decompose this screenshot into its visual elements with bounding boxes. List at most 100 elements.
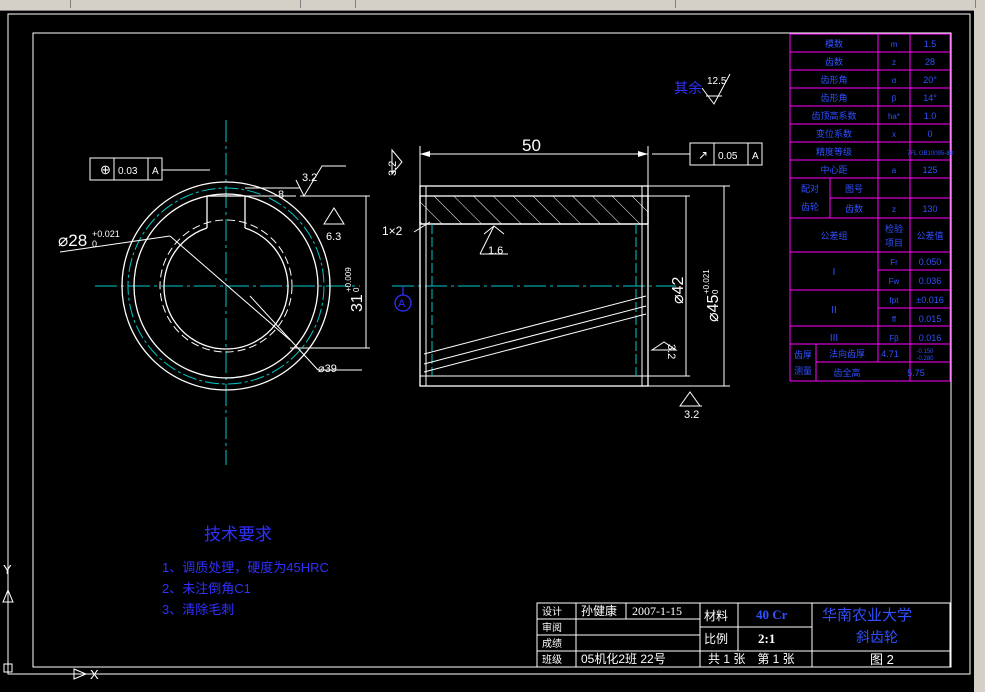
tech-requirement-3: 3、清除毛刺 xyxy=(162,602,234,617)
thickness-row1-label: 法向齿厚 xyxy=(829,348,865,359)
tol-item-value: 0.016 xyxy=(919,333,942,343)
scale-value: 2:1 xyxy=(758,631,775,646)
thickness-row2-value: 5.75 xyxy=(907,368,925,378)
drawing-canvas[interactable]: ⊕ 0.03 A ⌀28 +0.021 0 3.2 8 6.3 ⌀39 31 +… xyxy=(0,0,974,692)
roughness-right-face: 3.2 xyxy=(665,344,677,359)
part-name: 斜齿轮 xyxy=(856,629,898,645)
tol-value-header: 公差值 xyxy=(916,230,943,241)
runout-symbol: ↗ xyxy=(698,148,708,162)
param-symbol: a xyxy=(892,166,897,175)
param-symbol: β xyxy=(892,94,897,103)
scale-label: 比例 xyxy=(704,632,728,646)
datum-label: A xyxy=(398,298,406,310)
roughness-bore: 1.6 xyxy=(488,245,503,257)
dim-root-diameter: ⌀39 xyxy=(318,363,337,375)
param-symbol: ha* xyxy=(888,112,900,121)
tol-group-name: II xyxy=(831,305,837,316)
thickness-row1-value: 4.71 xyxy=(881,349,899,359)
tech-requirement-1: 1、调质处理，硬度为45HRC xyxy=(162,560,329,575)
tolerance-value: 0.03 xyxy=(118,166,138,177)
gear-parameter-text: 模数 m 1.5 齿数 z 28 齿形角 α 20° 齿形角 β 14° 齿顶高系数 ha* 1.0 变位系数… xyxy=(794,38,954,378)
ucs-x-label: X xyxy=(90,667,99,682)
section-view xyxy=(391,73,763,407)
dim-outer-tol-upper: +0.021 xyxy=(702,269,711,294)
thickness-tol-upper: -0.150 xyxy=(916,349,934,355)
dim-chamfer: 1×2 xyxy=(382,224,403,238)
param-value: 14° xyxy=(923,93,937,103)
param-value: 0 xyxy=(927,129,932,139)
dim-bore-tol-upper: +0.021 xyxy=(92,229,120,239)
dim-bore-diameter: ⌀28 xyxy=(58,231,87,250)
thickness-label: 测量 xyxy=(794,366,812,376)
vertical-scrollbar[interactable] xyxy=(974,10,985,692)
param-symbol: z xyxy=(892,58,896,67)
dim-outer-diameter: ⌀45 xyxy=(705,294,722,322)
param-symbol: x xyxy=(892,130,896,139)
dim-keyway-depth: 31 xyxy=(349,294,366,312)
param-label: 齿数 xyxy=(825,56,843,67)
sheet-count: 共 1 张 第 1 张 xyxy=(708,652,795,666)
param-value: 7FL GB10095-88 xyxy=(907,151,953,157)
dim-outer-tol-lower: 0 xyxy=(711,289,720,294)
thickness-label: 齿厚 xyxy=(794,350,812,360)
thickness-tol-lower: -0.280 xyxy=(916,356,934,362)
param-label: 模数 xyxy=(825,38,843,49)
tol-item-header: 检验 xyxy=(885,223,903,234)
mating-teeth-value: 130 xyxy=(922,204,937,214)
class-label: 班级 xyxy=(542,654,562,666)
tol-item-value: 0.050 xyxy=(919,257,942,267)
tolerance-symbol: ⊕ xyxy=(100,162,111,177)
tol-item-header: 项目 xyxy=(885,238,903,248)
designer-name: 孙健康 xyxy=(581,603,617,618)
tol-item-value: 0.036 xyxy=(919,276,942,286)
dim-keyway-tol-lower: 0 xyxy=(352,287,361,292)
mating-label: 配对 xyxy=(801,183,819,194)
param-label: 精度等级 xyxy=(816,146,852,157)
param-value: 125 xyxy=(922,165,937,175)
roughness-rest-label: 其余 xyxy=(674,80,702,96)
figure-number: 图 2 xyxy=(870,652,894,667)
param-label: 齿形角 xyxy=(820,92,847,103)
param-value: 28 xyxy=(925,57,935,67)
tol-item-symbol: Fw xyxy=(889,277,900,286)
runout-datum: A xyxy=(752,151,759,162)
tol-group-name: III xyxy=(830,333,838,344)
school-name: 华南农业大学 xyxy=(822,607,912,624)
param-label: 变位系数 xyxy=(816,128,852,139)
dim-length: 50 xyxy=(522,136,541,155)
roughness-keyway: 3.2 xyxy=(302,172,317,184)
tol-group-header: 公差组 xyxy=(820,230,847,241)
tol-item-value: 0.015 xyxy=(919,314,942,324)
ucs-y-label: Y xyxy=(3,562,12,577)
tech-requirement-2: 2、未注倒角C1 xyxy=(162,581,251,596)
param-label: 中心距 xyxy=(820,164,847,175)
roughness-bottom: 3.2 xyxy=(684,409,699,421)
param-value: 1.0 xyxy=(924,111,937,121)
class-value: 05机化2班 22号 xyxy=(581,652,666,666)
roughness-keyway-side: 6.3 xyxy=(326,231,341,243)
thickness-row2-label: 齿全高 xyxy=(833,367,860,378)
param-value: 1.5 xyxy=(924,39,937,49)
tol-item-symbol: fpt xyxy=(890,296,900,305)
dim-keyway-width: 8 xyxy=(278,189,284,201)
param-value: 20° xyxy=(923,75,937,85)
mating-teeth-symbol: z xyxy=(892,205,896,214)
design-label: 设计 xyxy=(542,605,562,618)
mating-drawing-no: 图号 xyxy=(845,184,863,194)
mating-label: 齿轮 xyxy=(801,201,819,212)
material-label: 材料 xyxy=(704,609,728,623)
design-date: 2007-1-15 xyxy=(632,604,682,618)
runout-value: 0.05 xyxy=(718,151,738,162)
tol-item-symbol: Fr xyxy=(890,258,898,267)
dim-bore-tol-lower: 0 xyxy=(92,239,97,249)
tol-item-value: ±0.016 xyxy=(916,295,943,305)
tech-requirements-title: 技术要求 xyxy=(204,525,272,544)
tol-group-name: I xyxy=(833,267,836,278)
ucs-icon xyxy=(2,588,88,680)
mating-teeth-label: 齿数 xyxy=(845,203,863,214)
tol-item-symbol: ff xyxy=(892,315,897,324)
dim-pitch-diameter: ⌀42 xyxy=(670,276,687,304)
tol-item-symbol: Fβ xyxy=(889,334,899,343)
param-symbol: m xyxy=(891,40,898,49)
param-symbol: α xyxy=(892,76,897,85)
